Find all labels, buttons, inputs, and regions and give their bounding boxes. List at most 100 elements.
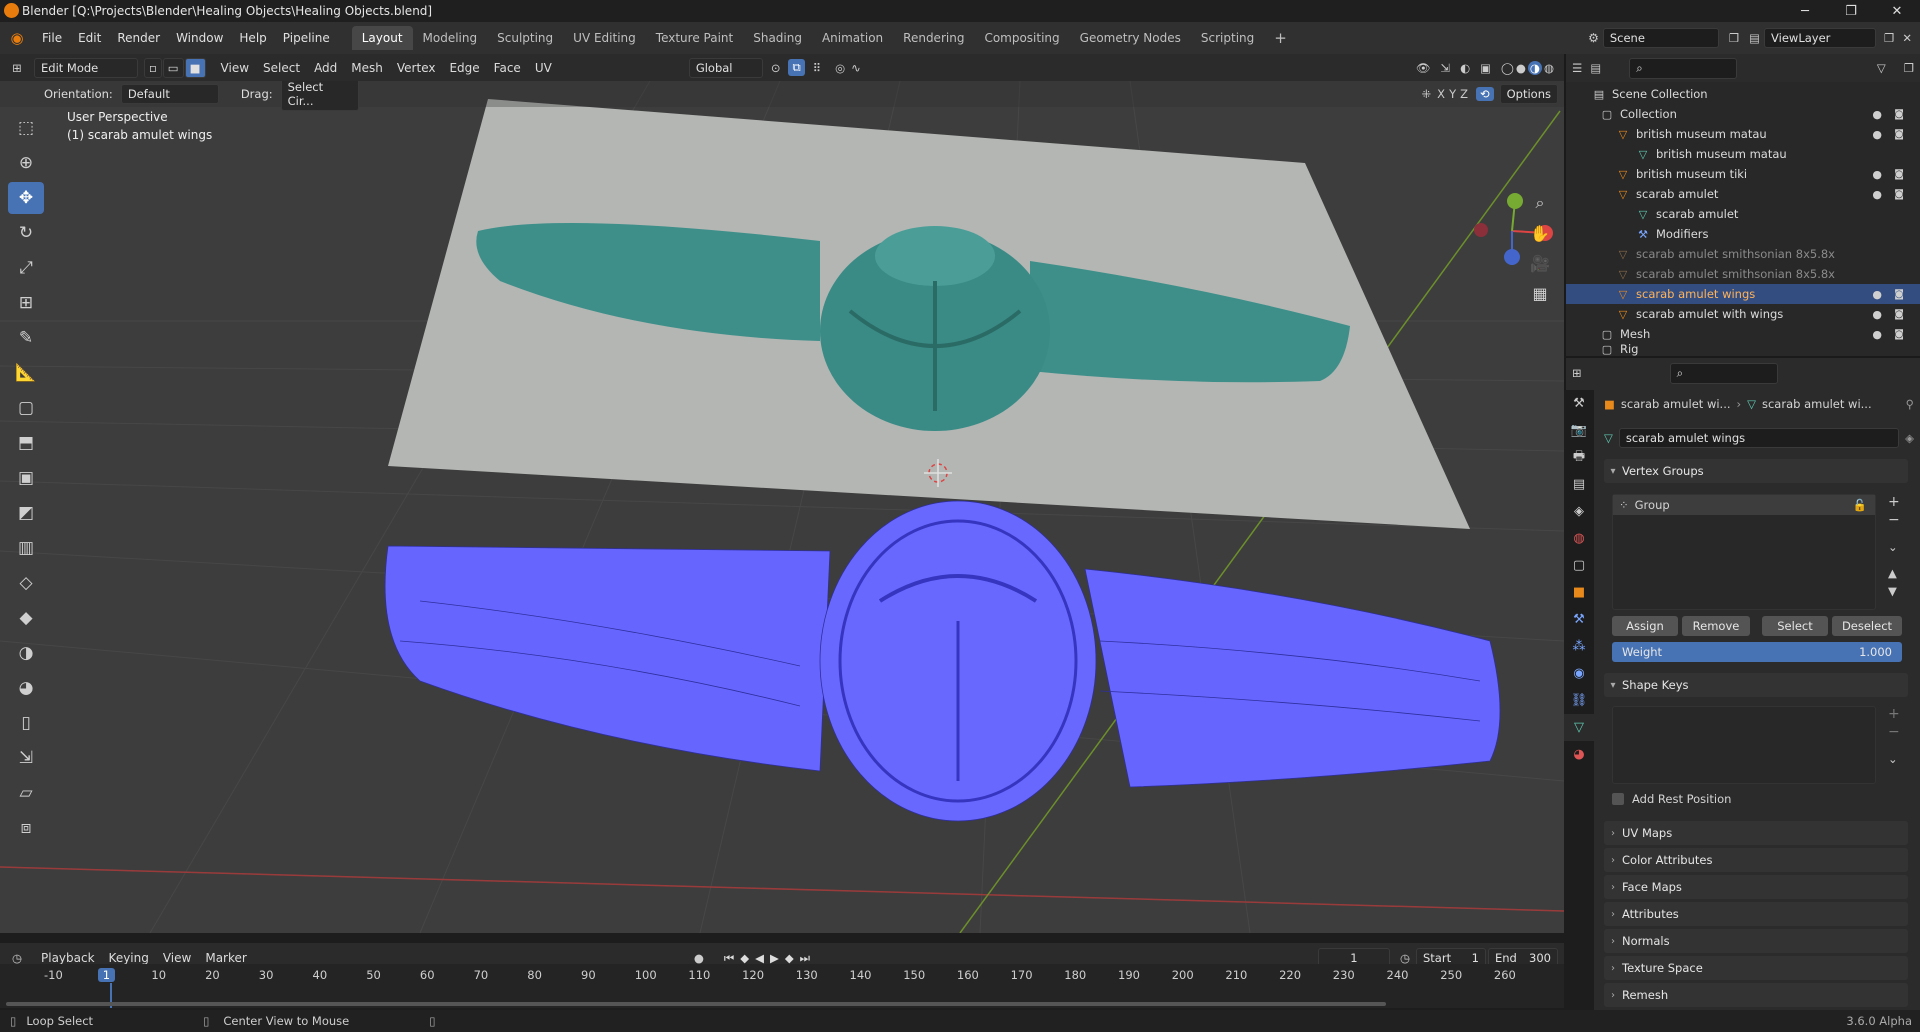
pin-icon[interactable]: ⚲ [1906,397,1914,411]
eye-icon[interactable]: ● [1872,328,1882,341]
close-button[interactable]: ✕ [1874,0,1920,22]
add-rest-position-checkbox[interactable] [1612,793,1624,805]
camera-icon[interactable]: ◙ [1894,329,1904,340]
outliner-editor-icon[interactable]: ☰ [1572,61,1582,75]
menu-pipeline[interactable]: Pipeline [275,31,338,45]
blender-menu-icon[interactable]: ◉ [0,29,34,47]
tab-sculpting[interactable]: Sculpting [487,26,563,50]
scene-icon[interactable]: ⚙ [1588,31,1599,45]
modifier-tab-icon[interactable]: ⚒ [1564,606,1594,633]
lock-icon[interactable]: 🔓 [1853,498,1867,512]
camera-icon[interactable]: ◙ [1894,309,1904,320]
menu-render[interactable]: Render [109,31,168,45]
rip-tool-icon[interactable]: ⧈ [8,812,44,844]
view-layer-selector[interactable]: ViewLayer [1764,28,1877,48]
knife-tool-icon[interactable]: ◇ [8,567,44,599]
loop-cut-tool-icon[interactable]: ▥ [8,532,44,564]
cursor-tool-icon[interactable]: ⊕ [8,147,44,179]
outliner-row-mesh-collection[interactable]: ▢ Mesh ● ◙ [1566,324,1920,344]
menu-window[interactable]: Window [168,31,231,45]
vertex-group-specials-icon[interactable]: ⌄ [1888,540,1898,554]
frame-ruler[interactable]: -10 1 10 20 30 40 50 60 70 80 90 100 110 120 130 140 150… [0,968,1564,984]
outliner-row-scene-collection[interactable]: ▤ Scene Collection [1566,84,1920,104]
outliner-row-scarab-wings[interactable]: ▽ scarab amulet wings ● ◙ [1566,284,1920,304]
outliner-row-scarab-with-wings[interactable]: ▽ scarab amulet with wings ● ◙ [1566,304,1920,324]
menu-mesh[interactable]: Mesh [344,59,390,77]
pan-hand-icon[interactable]: ✋ [1526,219,1554,247]
inset-tool-icon[interactable]: ▣ [8,462,44,494]
falloff-icon[interactable]: ∿ [851,61,861,75]
move-up-icon[interactable]: ▲ [1888,566,1897,580]
add-workspace-icon[interactable]: + [1264,24,1297,52]
eye-icon[interactable]: ● [1872,168,1882,181]
outliner-search-input[interactable]: ⌕ [1629,57,1738,79]
play-icon[interactable]: ▶ [770,951,779,965]
edge-slide-tool-icon[interactable]: ▯ [8,707,44,739]
annotate-tool-icon[interactable]: ✎ [8,322,44,354]
add-cube-tool-icon[interactable]: ▢ [8,392,44,424]
mesh-datablock-icon[interactable]: ▽ [1604,431,1613,445]
auto-keying-icon[interactable]: ● [694,951,704,965]
shear-tool-icon[interactable]: ▱ [8,777,44,809]
object-tab-icon[interactable]: ■ [1564,579,1594,606]
eye-icon[interactable]: ● [1872,128,1882,141]
smooth-tool-icon[interactable]: ◕ [8,672,44,704]
move-tool-icon[interactable]: ✥ [8,182,44,214]
rotate-tool-icon[interactable]: ↻ [8,217,44,249]
prev-keyframe-icon[interactable]: ◆ [740,951,749,965]
remove-view-layer-icon[interactable]: ✕ [1902,31,1912,45]
mesh-name-field[interactable]: scarab amulet wings [1618,428,1900,448]
vertex-group-name[interactable]: Group [1635,498,1670,512]
tab-texture-paint[interactable]: Texture Paint [646,26,743,50]
material-tab-icon[interactable]: ◕ [1564,741,1594,768]
collection-tab-icon[interactable]: ▢ [1564,552,1594,579]
eye-icon[interactable]: ● [1872,188,1882,201]
move-down-icon[interactable]: ▼ [1888,584,1897,598]
tool-tab-icon[interactable]: ⚒ [1564,390,1594,417]
mode-selector[interactable]: Edit Mode [34,57,138,78]
timeline-scrollbar[interactable] [6,1002,1386,1006]
select-button[interactable]: Select [1762,616,1828,636]
proportional-edit-icon[interactable]: ◎ [835,61,845,75]
vertex-group-list[interactable]: ⁘ Group 🔓 [1612,494,1876,610]
remove-button[interactable]: Remove [1682,616,1750,636]
camera-icon[interactable]: ◙ [1894,189,1904,200]
view-layer-tab-icon[interactable]: ▤ [1564,471,1594,498]
remesh-header[interactable]: › Remesh [1604,983,1908,1007]
auto-merge-icon[interactable]: ⟲ [1475,87,1494,101]
rendered-shading-icon[interactable]: ◍ [1544,61,1554,75]
next-keyframe-icon[interactable]: ◆ [785,951,794,965]
menu-vertex[interactable]: Vertex [390,59,443,77]
visibility-icon[interactable]: 👁 [1416,61,1431,75]
zoom-icon[interactable]: ⌕ [1526,189,1554,217]
bevel-tool-icon[interactable]: ◩ [8,497,44,529]
render-tab-icon[interactable]: 📷 [1564,417,1594,444]
tab-rendering[interactable]: Rendering [893,26,974,50]
camera-icon[interactable]: ◙ [1894,289,1904,300]
tab-layout[interactable]: Layout [351,26,413,50]
face-maps-header[interactable]: › Face Maps [1604,875,1908,899]
vertex-groups-header[interactable]: ▾ Vertex Groups [1604,459,1908,483]
tab-scripting[interactable]: Scripting [1191,26,1264,50]
scene-selector[interactable]: Scene [1602,28,1719,48]
menu-add[interactable]: Add [307,59,344,77]
menu-file[interactable]: File [34,31,70,45]
timeline-area[interactable]: -10 1 10 20 30 40 50 60 70 80 90 100 110 120 130 140 150… [0,964,1564,1008]
gizmo-toggle-icon[interactable]: ⇲ [1440,61,1450,75]
pivot-point-icon[interactable]: ⊙ [771,61,781,75]
eye-icon[interactable]: ● [1872,288,1882,301]
display-mode-icon[interactable]: ▤ [1590,61,1601,75]
menu-face[interactable]: Face [487,59,528,77]
camera-icon[interactable]: ◙ [1894,169,1904,180]
orientation-selector[interactable]: Default [120,84,219,104]
axis-z-toggle[interactable]: Z [1460,87,1468,101]
snap-target-icon[interactable]: ⠿ [813,61,821,75]
tab-animation[interactable]: Animation [812,26,893,50]
outliner-row-tiki[interactable]: ▽ british museum tiki ● ◙ [1566,164,1920,184]
perspective-toggle-icon[interactable]: ▦ [1526,279,1554,307]
tab-modeling[interactable]: Modeling [413,26,488,50]
play-reverse-icon[interactable]: ◀ [755,951,764,965]
outliner-row-rig-collection[interactable]: ▢ Rig [1566,342,1920,356]
transform-tool-icon[interactable]: ⊞ [8,287,44,319]
mirror-icon[interactable]: ⁜ [1422,87,1432,101]
